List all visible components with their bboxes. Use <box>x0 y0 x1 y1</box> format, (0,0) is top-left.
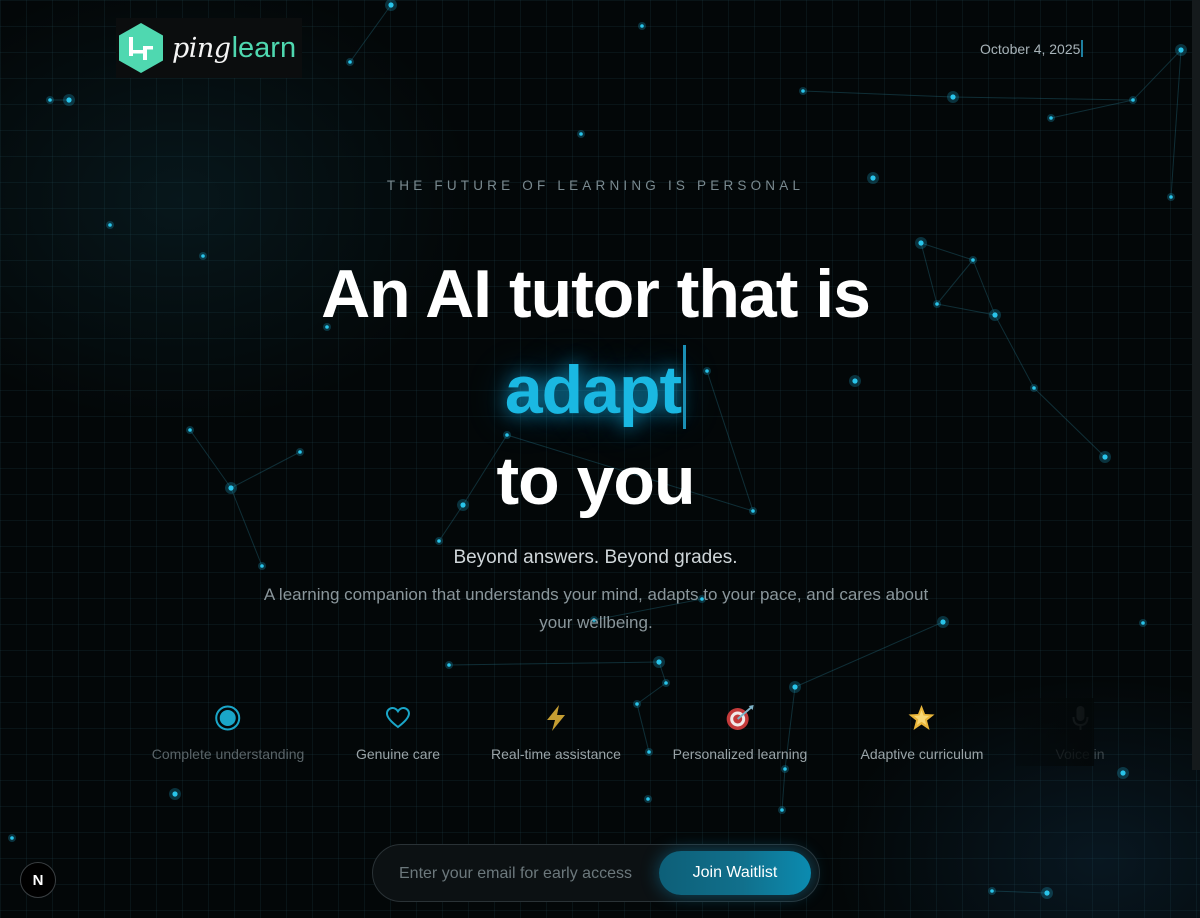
network-node <box>172 791 178 797</box>
network-node <box>66 97 72 103</box>
feature-label: Real-time assistance <box>491 746 621 762</box>
brand-name-learn: learn <box>231 31 297 64</box>
network-node <box>579 132 583 136</box>
network-node <box>447 663 451 667</box>
network-node <box>1120 770 1126 776</box>
network-node <box>1049 116 1053 120</box>
hexagon-logo-icon <box>119 23 163 73</box>
typing-cursor <box>683 345 687 429</box>
network-line <box>991 890 1048 894</box>
feature-item: Real-time assistance <box>491 700 621 762</box>
target-circle-icon <box>152 700 305 736</box>
brand-name-ping: ping <box>172 32 231 64</box>
network-node <box>48 98 52 102</box>
scrollbar-track[interactable] <box>1192 0 1200 770</box>
network-node <box>437 539 441 543</box>
network-node <box>656 659 662 665</box>
network-line <box>448 661 660 666</box>
brand-logo[interactable]: ping learn <box>116 18 302 78</box>
headline-line1: An AI tutor that is <box>321 256 871 332</box>
join-waitlist-button[interactable]: Join Waitlist <box>659 851 811 895</box>
current-date: October 4, 2025 <box>980 40 1084 57</box>
network-node <box>108 223 112 227</box>
network-node <box>780 808 784 812</box>
network-line <box>1132 49 1182 101</box>
email-input[interactable] <box>397 861 651 887</box>
dart-target-icon <box>673 700 808 736</box>
network-node <box>940 619 946 625</box>
network-node <box>950 94 956 100</box>
network-node <box>1131 98 1135 102</box>
heart-icon <box>356 700 440 736</box>
headline-typed-line: adapt <box>0 345 1191 429</box>
headline-typed-word: adapt <box>504 352 682 428</box>
network-line <box>1050 99 1134 119</box>
network-node <box>918 240 924 246</box>
date-text: October 4, 2025 <box>980 41 1081 57</box>
network-node <box>640 24 644 28</box>
features-marquee: Complete understanding Genuine care Real… <box>0 700 1105 770</box>
network-line <box>952 96 1134 101</box>
network-node <box>664 681 668 685</box>
feature-item: Complete understanding <box>151 700 305 762</box>
hero-description: A learning companion that understands yo… <box>263 585 929 632</box>
hero-subheading: Beyond answers. Beyond grades. <box>453 547 738 568</box>
feature-label: Adaptive curriculum <box>860 746 984 762</box>
marquee-fade <box>1016 698 1094 766</box>
waitlist-form: Join Waitlist <box>372 844 820 902</box>
network-node <box>801 89 805 93</box>
network-node <box>792 684 798 690</box>
feature-item: Genuine care <box>356 700 440 762</box>
network-line <box>781 768 786 811</box>
network-node <box>348 60 352 64</box>
network-node <box>1141 621 1145 625</box>
network-line <box>349 4 392 63</box>
network-node <box>1169 195 1173 199</box>
feature-label: Genuine care <box>355 746 441 762</box>
nextjs-badge[interactable]: N <box>20 862 56 898</box>
network-node <box>505 433 509 437</box>
network-node <box>388 2 394 8</box>
lightning-icon <box>491 700 621 736</box>
network-line <box>1170 49 1182 198</box>
glowing-star-icon <box>861 700 984 736</box>
feature-label: Personalized learning <box>672 746 808 762</box>
feature-label: Complete understanding <box>151 746 305 762</box>
network-node <box>1044 890 1050 896</box>
headline-line3: to you <box>496 443 696 519</box>
feature-item: Personalized learning <box>672 700 808 762</box>
feature-item: Adaptive curriculum <box>860 700 984 762</box>
hero-eyebrow: THE FUTURE OF LEARNING IS PERSONAL <box>386 178 805 193</box>
network-node <box>646 797 650 801</box>
network-node <box>1178 47 1184 53</box>
network-line <box>802 90 954 98</box>
date-cursor <box>1081 40 1084 57</box>
network-node <box>10 836 14 840</box>
network-node <box>990 889 994 893</box>
